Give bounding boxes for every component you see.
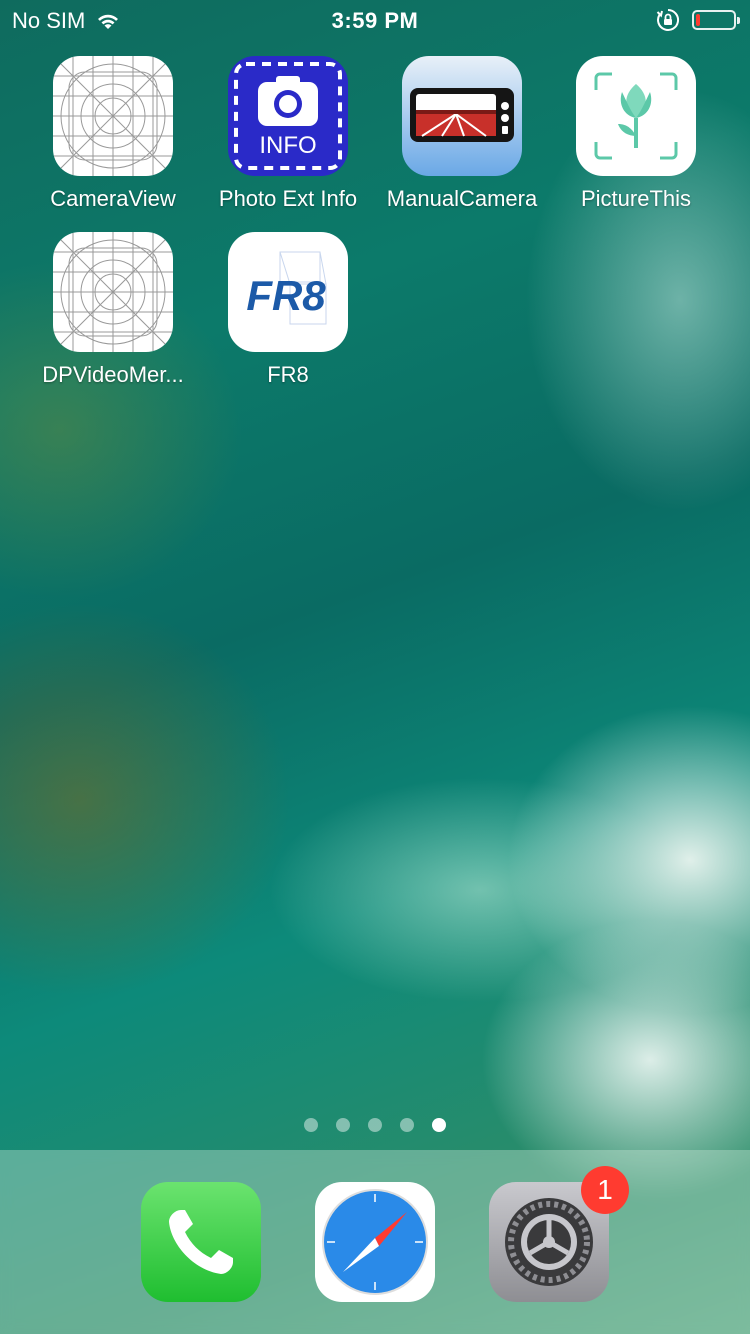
app-label: Photo Ext Info	[218, 186, 358, 211]
flower-scan-icon	[576, 56, 696, 176]
page-dot[interactable]	[304, 1118, 318, 1132]
battery-icon	[692, 10, 740, 30]
app-dpvideomerger[interactable]: DPVideoMer...	[26, 232, 200, 388]
status-bar: No SIM 3:59 PM	[0, 0, 750, 40]
clock: 3:59 PM	[331, 8, 419, 33]
svg-text:FR8: FR8	[246, 272, 326, 319]
app-label: PictureThis	[580, 186, 692, 211]
app-photo-ext-info[interactable]: INFO Photo Ext Info	[201, 56, 375, 212]
battery-level	[696, 14, 700, 26]
dock-app-settings[interactable]: 1	[489, 1166, 629, 1302]
page-dot[interactable]	[400, 1118, 414, 1132]
app-label: ManualCamera	[386, 186, 538, 211]
orientation-lock-icon	[656, 8, 680, 31]
app-label: CameraView	[50, 186, 176, 211]
notification-badge: 1	[581, 1166, 629, 1214]
phone-icon	[169, 1210, 233, 1274]
page-dot[interactable]	[368, 1118, 382, 1132]
app-cameraview[interactable]: CameraView	[26, 56, 200, 212]
app-manualcamera[interactable]: ManualCamera	[375, 56, 549, 212]
app-label: DPVideoMer...	[42, 362, 184, 387]
safari-compass-icon	[322, 1189, 428, 1295]
app-label: FR8	[267, 362, 309, 387]
dock-app-safari[interactable]	[315, 1182, 435, 1302]
app-picturethis[interactable]: PictureThis	[549, 56, 723, 212]
manual-camera-icon	[402, 56, 522, 176]
svg-text:INFO: INFO	[259, 132, 316, 159]
page-dot-current[interactable]	[432, 1118, 446, 1132]
fr8-logo-icon: FR8	[228, 232, 348, 352]
dock: 1	[0, 1150, 750, 1334]
placeholder-grid-icon	[53, 232, 173, 352]
page-dot[interactable]	[336, 1118, 350, 1132]
app-fr8[interactable]: FR8 FR8	[201, 232, 375, 388]
placeholder-grid-icon	[53, 56, 173, 176]
page-indicator[interactable]	[0, 1118, 750, 1132]
dock-app-phone[interactable]	[141, 1182, 261, 1302]
status-right	[656, 8, 740, 32]
camera-info-icon: INFO	[228, 56, 348, 176]
